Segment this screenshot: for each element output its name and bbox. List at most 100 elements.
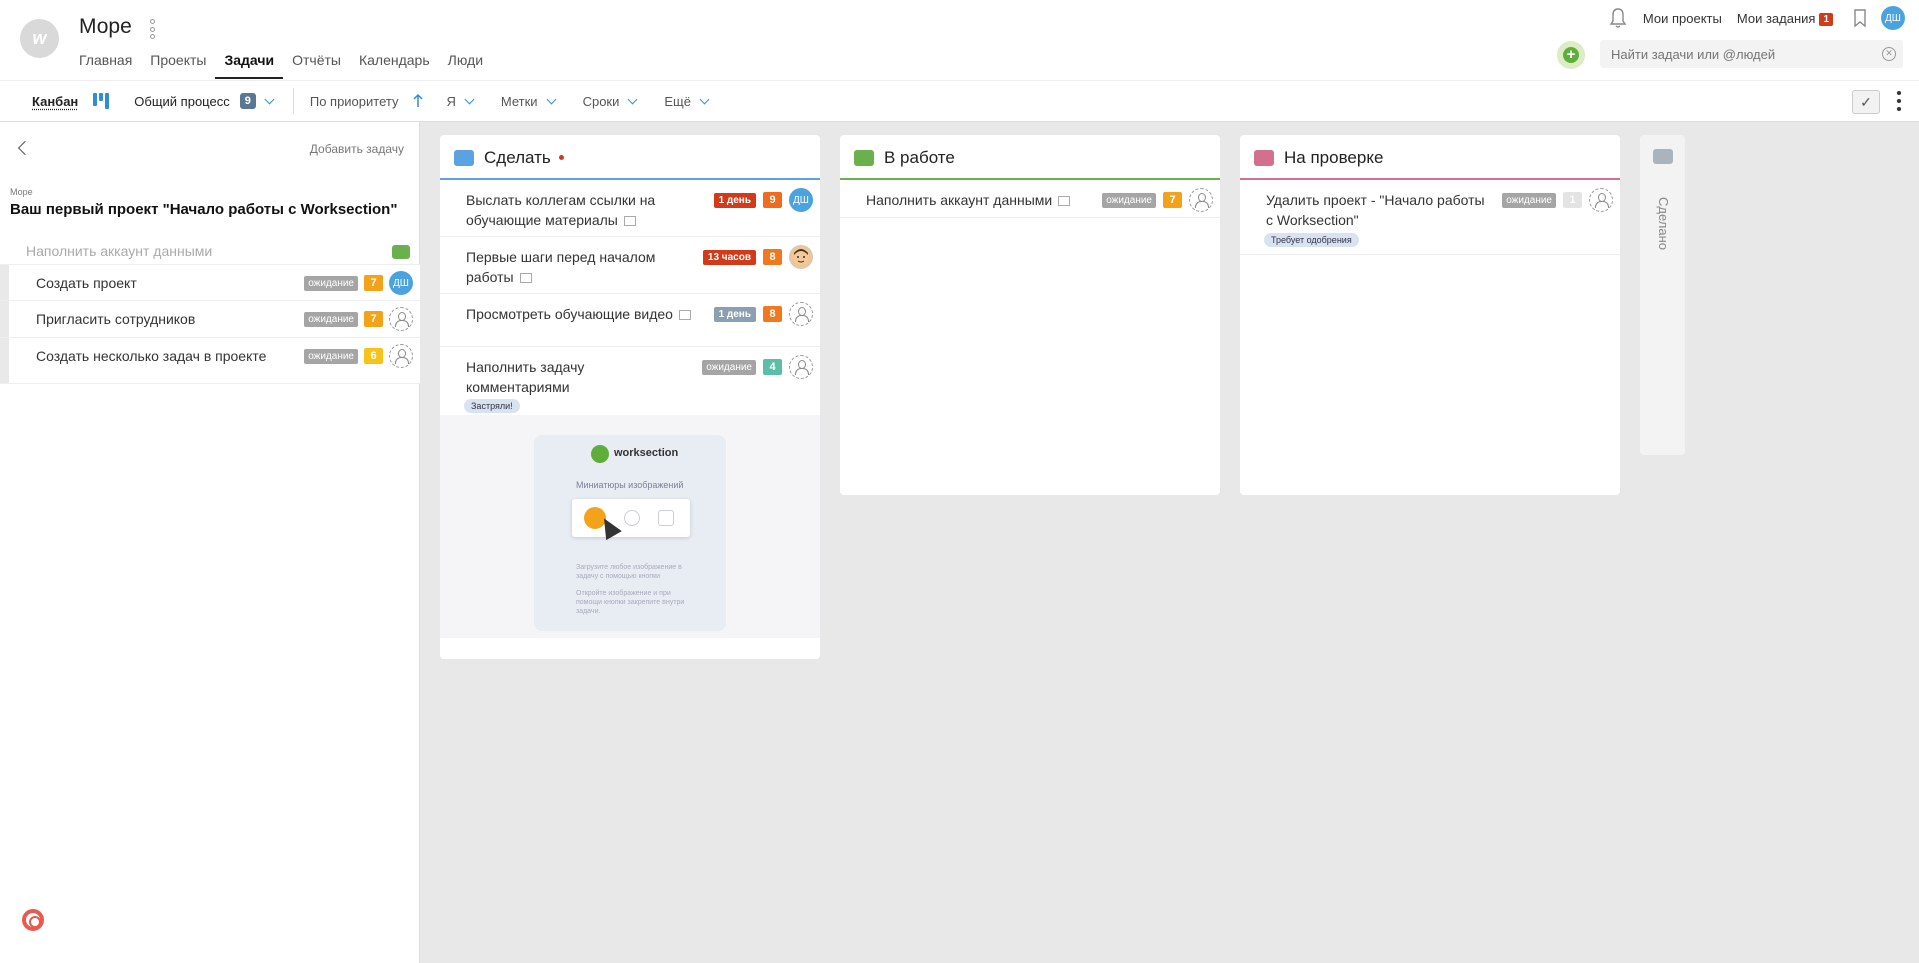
thumbnail-brand: worksection [614,447,679,459]
task-card[interactable]: Наполнить задачу комментариями Наполнить… [440,347,820,638]
nav-tab-tasks[interactable]: Задачи [215,50,284,79]
status-badge: ожидание [304,348,358,364]
more-options-icon[interactable] [1897,91,1901,111]
filter-me[interactable]: Я [435,94,489,109]
assignee-avatar[interactable]: ДШ [789,188,813,212]
app-window: w Море Главная Проекты Задачи Отчёты Кал… [0,0,1919,963]
status-badge: ожидание [304,275,358,291]
priority-badge: 7 [364,311,383,327]
view-label: Канбан [32,93,79,109]
column-title: Сделано [1656,197,1671,250]
nav-tab-reports[interactable]: Отчёты [283,50,350,79]
project-menu-icon[interactable] [148,19,156,39]
status-badge: ожидание [1102,192,1156,208]
task-card[interactable]: Выслать коллегам ссылки на обучающие мат… [440,180,820,237]
task-sidebar: Добавить задачу Море Ваш первый проект "… [0,122,420,963]
chevron-down-icon [264,94,275,105]
priority-badge: 9 [763,192,782,208]
thumbnail-heading: Миниатюры изображений [576,480,684,490]
task-card[interactable]: Удалить проект - "Начало работы с Workse… [1240,180,1620,255]
kanban-column-in-progress: В работе Наполнить аккаунт данными ожида… [840,135,1220,495]
lifebuoy-help-icon[interactable] [22,909,44,931]
deadline-badge: 1 день [713,306,756,322]
attached-image-thumbnail[interactable]: worksection Миниатюры изображений Загруз… [534,435,726,631]
filter-deadlines-label: Сроки [582,93,620,109]
task-card[interactable]: Наполнить аккаунт данными ожидание 7 [840,180,1220,218]
breadcrumb[interactable]: Море [10,187,33,197]
kanban-icon [93,93,110,109]
task-title-text: Наполнить задачу комментариями [466,359,585,395]
sidebar-project-title[interactable]: Ваш первый проект "Начало работы с Works… [10,201,397,218]
add-task-button[interactable]: + [1557,41,1585,69]
task-title: Просмотреть обучающие видео [466,304,691,324]
filter-more[interactable]: Ещё [652,94,724,109]
my-projects-link[interactable]: Мои проекты [1643,11,1722,26]
unassigned-user-icon[interactable] [789,355,813,379]
user-avatar[interactable]: ДШ [1881,6,1905,30]
task-title: Выслать коллегам ссылки на обучающие мат… [466,190,676,230]
priority-badge: 8 [763,306,782,322]
column-header[interactable]: Сделать [440,135,820,180]
external-icon [658,510,674,526]
chevron-down-icon [699,94,710,105]
card-tag[interactable]: Застряли! [464,399,520,413]
chevron-down-icon [464,94,475,105]
arrow-up-icon [412,94,423,107]
unassigned-user-icon[interactable] [389,307,413,331]
main-nav: Главная Проекты Задачи Отчёты Календарь … [79,50,492,79]
my-tasks-label: Мои задания [1736,10,1816,26]
card-tag[interactable]: Требует одобрения [1264,233,1359,247]
column-header[interactable]: В работе [840,135,1220,180]
assignee-face-avatar[interactable] [789,245,813,269]
my-tasks-link[interactable]: Мои задания 1 [1737,11,1833,26]
nav-tab-calendar[interactable]: Календарь [350,50,439,79]
unassigned-user-icon[interactable] [389,344,413,368]
task-title-text: Удалить проект - "Начало работы с Workse… [1266,192,1485,228]
task-card[interactable]: Просмотреть обучающие видео 1 день 8 [440,294,820,347]
add-task-link[interactable]: Добавить задачу [310,142,404,156]
face-icon [793,249,809,265]
priority-badge: 6 [364,348,383,364]
nav-tab-home[interactable]: Главная [79,50,141,79]
subtask-row[interactable]: Создать проект ожидание 7 ДШ [0,264,420,301]
column-color-square [1653,149,1673,164]
filter-tags[interactable]: Метки [489,94,571,109]
alert-dot [558,155,564,160]
search-input[interactable] [1600,40,1903,68]
sort-label: По приоритету [309,93,399,109]
filter-deadlines[interactable]: Сроки [571,94,653,109]
kanban-column-done-collapsed[interactable]: Сделано [1640,135,1685,455]
task-card[interactable]: Первые шаги перед началом работы 13 часо… [440,237,820,294]
column-header[interactable]: На проверке [1240,135,1620,180]
process-filter[interactable]: Общий процесс 9 [122,93,289,109]
column-title: На проверке [1284,147,1384,167]
column-color-square [854,149,874,166]
unassigned-user-icon[interactable] [1189,188,1213,212]
priority-badge: 4 [763,359,782,375]
bell-icon[interactable] [1608,7,1628,29]
back-arrow-icon[interactable] [17,140,33,156]
bookmark-icon[interactable] [1852,8,1868,28]
timer-icon [623,216,636,226]
column-color-square [1254,149,1274,166]
top-header: w Море Главная Проекты Задачи Отчёты Кал… [0,0,1919,80]
task-title: Удалить проект - "Начало работы с Workse… [1266,190,1491,230]
nav-tab-projects[interactable]: Проекты [141,50,215,79]
sort-priority[interactable]: По приоритету [298,94,435,109]
nav-tab-people[interactable]: Люди [439,50,492,79]
unassigned-user-icon[interactable] [1589,188,1613,212]
toolbar-divider [292,88,294,114]
app-logo[interactable]: w [20,19,59,58]
view-switch-kanban[interactable]: Канбан [0,92,122,110]
subtask-row[interactable]: Пригласить сотрудников ожидание 7 [0,301,420,338]
assignee-avatar[interactable]: ДШ [389,271,413,295]
priority-badge: 1 [1563,192,1582,208]
select-mode-button[interactable]: ✓ [1852,90,1880,114]
header-actions: Мои проекты Мои задания 1 ДШ [1608,6,1905,30]
clear-search-icon[interactable]: ✕ [1882,47,1896,61]
subtask-row[interactable]: Создать несколько задач в проекте ожидан… [0,338,420,384]
worksection-logo-icon [591,445,609,463]
thumbnail-text-1: Загрузите любое изображение в задачу с п… [576,564,682,580]
priority-badge: 7 [364,275,383,291]
unassigned-user-icon[interactable] [789,302,813,326]
